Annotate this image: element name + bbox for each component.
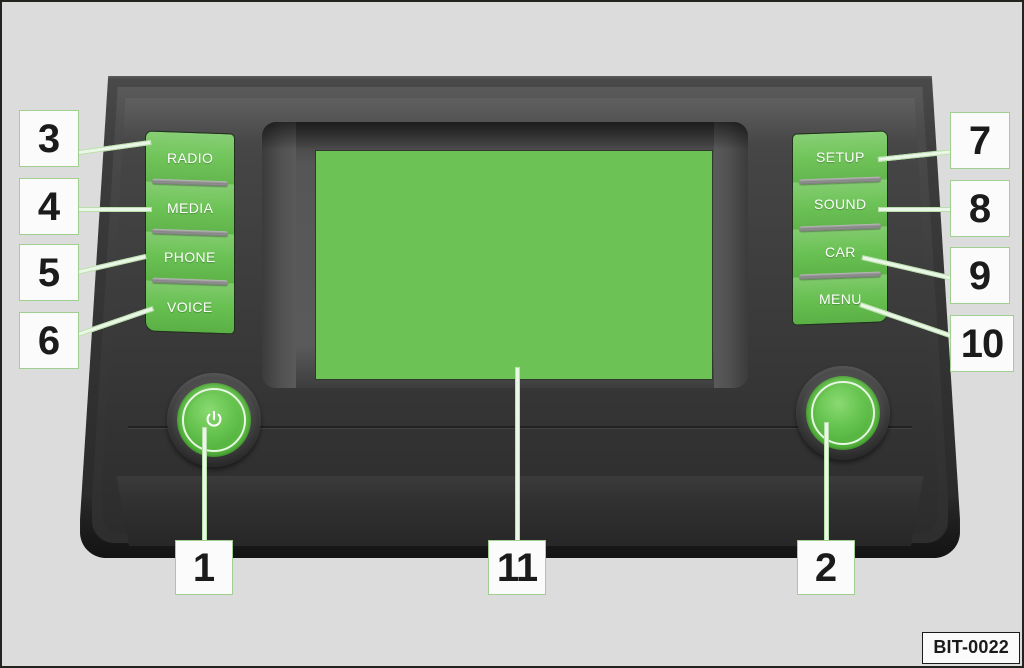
callout-6: 6 [19, 312, 79, 369]
leader-line-4 [72, 207, 152, 212]
leader-line-2 [824, 422, 829, 544]
callout-1: 1 [175, 540, 233, 595]
car-button[interactable]: CAR [793, 226, 887, 279]
leader-line-11 [515, 367, 520, 545]
callout-2: 2 [797, 540, 855, 595]
callout-11: 11 [488, 540, 546, 595]
screen-recess [262, 122, 748, 388]
media-button-label: MEDIA [166, 199, 214, 216]
figure-id-code: BIT-0022 [922, 632, 1020, 664]
radio-button[interactable]: RADIO [146, 131, 234, 187]
device-bottom-lip [116, 476, 924, 546]
radio-button-label: RADIO [166, 149, 214, 166]
callout-5: 5 [19, 244, 79, 301]
callout-7: 7 [950, 112, 1010, 169]
power-volume-knob[interactable] [167, 373, 261, 467]
figure-canvas: RADIO MEDIA PHONE VOICE SETUP SOUND CAR … [0, 0, 1024, 668]
setup-button[interactable]: SETUP [793, 131, 887, 184]
media-button[interactable]: MEDIA [146, 181, 234, 236]
left-button-strip: RADIO MEDIA PHONE VOICE [145, 130, 235, 335]
display-screen[interactable] [315, 150, 713, 380]
callout-8: 8 [950, 180, 1010, 237]
leader-line-8 [878, 207, 958, 212]
voice-button-label: VOICE [167, 299, 213, 316]
right-button-strip: SETUP SOUND CAR MENU [792, 130, 888, 326]
screen-bevel-shadow [262, 122, 748, 150]
callout-4: 4 [19, 178, 79, 235]
tuning-selector-knob[interactable] [796, 366, 890, 460]
callout-3: 3 [19, 110, 79, 167]
callout-10: 10 [950, 315, 1014, 372]
phone-button[interactable]: PHONE [146, 230, 234, 286]
menu-button[interactable]: MENU [793, 273, 887, 325]
phone-button-label: PHONE [164, 249, 216, 266]
callout-9: 9 [950, 247, 1010, 304]
menu-button-label: MENU [818, 291, 862, 308]
car-button-label: CAR [824, 243, 856, 260]
knob-cap[interactable] [187, 393, 241, 447]
sound-button-label: SOUND [813, 196, 867, 213]
voice-button[interactable]: VOICE [146, 280, 234, 334]
sound-button[interactable]: SOUND [793, 178, 887, 232]
setup-button-label: SETUP [815, 148, 865, 165]
leader-line-1 [202, 427, 207, 545]
